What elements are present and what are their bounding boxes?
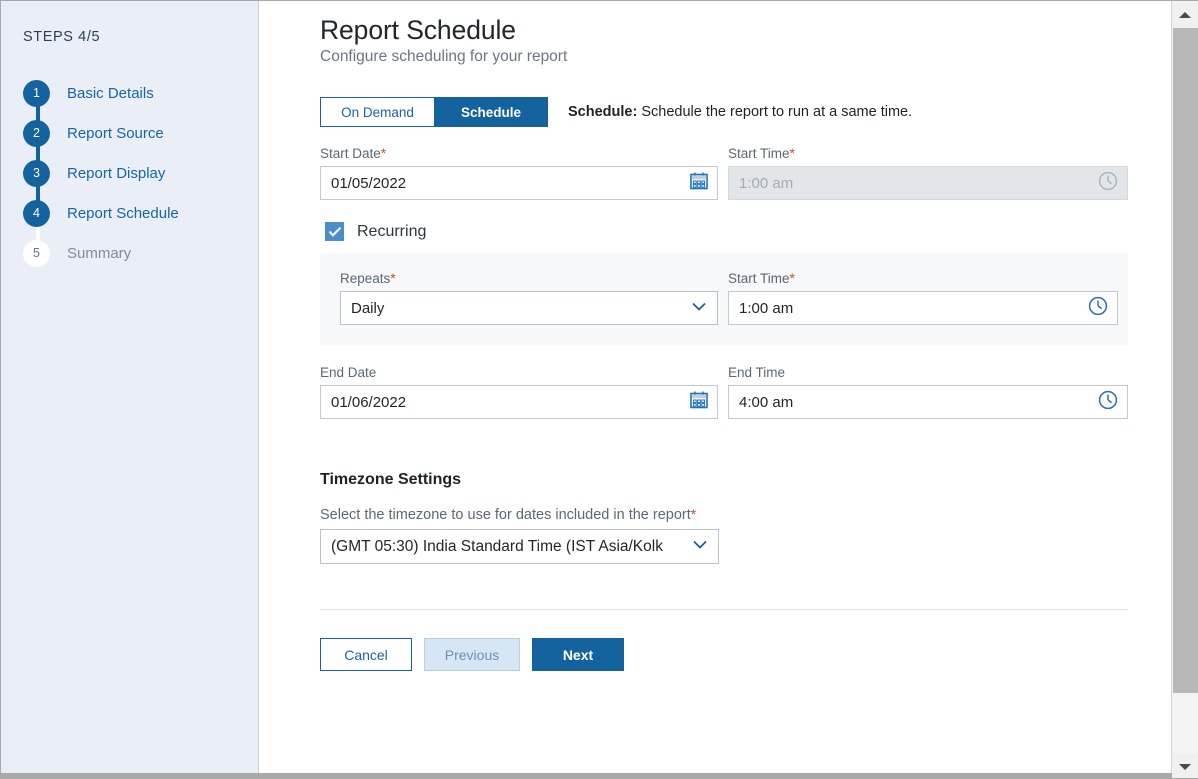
schedule-mode-description: Schedule: Schedule the report to run at … <box>568 104 912 120</box>
clock-icon[interactable] <box>1087 295 1109 321</box>
start-time-value: 1:00 am <box>739 175 1097 192</box>
recurring-checkbox[interactable] <box>325 222 344 241</box>
timezone-select-label: Select the timezone to use for dates inc… <box>320 506 1198 523</box>
required-asterisk: * <box>790 270 795 286</box>
cancel-button[interactable]: Cancel <box>320 638 412 671</box>
scroll-down-button[interactable] <box>1172 753 1198 779</box>
start-time-input-disabled: 1:00 am <box>728 166 1128 200</box>
chevron-down-icon <box>1179 764 1191 770</box>
vertical-scrollbar[interactable] <box>1171 1 1198 779</box>
footer-divider <box>320 609 1128 610</box>
sidebar-item-label: Basic Details <box>67 85 154 102</box>
steps-counter: STEPS 4/5 <box>23 29 258 45</box>
step-number-1: 1 <box>23 80 50 107</box>
timezone-section-title: Timezone Settings <box>320 471 1198 489</box>
repeats-row: Repeats* Daily <box>340 270 1128 325</box>
repeats-label-text: Repeats <box>340 271 390 286</box>
window-bottom-edge <box>1 773 1172 778</box>
recurring-start-time-field: Start Time* 1:00 am <box>728 270 1118 325</box>
recurring-options-panel: Repeats* Daily <box>320 253 1128 345</box>
end-date-label: End Date <box>320 365 718 380</box>
start-date-value: 01/05/2022 <box>331 175 689 192</box>
start-date-label-text: Start Date <box>320 146 381 161</box>
check-icon <box>328 226 342 237</box>
recurring-checkbox-label: Recurring <box>357 223 426 241</box>
main-panel: Report Schedule Configure scheduling for… <box>259 1 1198 778</box>
end-date-field: End Date 01/06/2022 <box>320 365 718 419</box>
start-time-label-text: Start Time <box>728 146 790 161</box>
schedule-mode-description-label: Schedule: <box>568 104 637 120</box>
end-time-value: 4:00 am <box>739 394 1097 411</box>
start-date-input[interactable]: 01/05/2022 <box>320 166 718 200</box>
scrollbar-thumb[interactable] <box>1173 28 1198 693</box>
required-asterisk: * <box>691 506 696 522</box>
next-button[interactable]: Next <box>532 638 624 671</box>
recurring-checkbox-row[interactable]: Recurring <box>325 222 1198 241</box>
previous-button[interactable]: Previous <box>424 638 520 671</box>
sidebar-item-basic-details[interactable]: 1 Basic Details <box>23 73 258 113</box>
form-content: Report Schedule Configure scheduling for… <box>259 1 1198 671</box>
report-wizard-window: STEPS 4/5 1 Basic Details 2 Report Sourc… <box>0 0 1198 779</box>
scrollbar-track[interactable] <box>1172 28 1198 753</box>
start-time-label: Start Time* <box>728 145 1128 161</box>
recurring-start-time-label-text: Start Time <box>728 271 790 286</box>
steps-list: 1 Basic Details 2 Report Source 3 Report… <box>23 73 258 273</box>
step-number-5: 5 <box>23 240 50 267</box>
sidebar-item-label: Report Display <box>67 165 165 182</box>
start-date-field: Start Date* 01/05/2022 <box>320 145 718 200</box>
wizard-sidebar: STEPS 4/5 1 Basic Details 2 Report Sourc… <box>1 1 259 778</box>
page-title: Report Schedule <box>320 15 1198 46</box>
sidebar-item-report-source[interactable]: 2 Report Source <box>23 113 258 153</box>
recurring-start-time-label: Start Time* <box>728 270 1118 286</box>
sidebar-item-label: Report Schedule <box>67 205 179 222</box>
schedule-mode-description-text: Schedule the report to run at a same tim… <box>641 104 912 120</box>
end-date-time-row: End Date 01/06/2022 <box>320 365 1198 419</box>
step-number-4: 4 <box>23 200 50 227</box>
schedule-mode-toggle[interactable]: On Demand Schedule <box>320 97 548 127</box>
end-date-input[interactable]: 01/06/2022 <box>320 385 718 419</box>
schedule-mode-row: On Demand Schedule Schedule: Schedule th… <box>320 97 1198 127</box>
calendar-icon[interactable] <box>689 171 709 195</box>
start-date-label: Start Date* <box>320 145 718 161</box>
repeats-label: Repeats* <box>340 270 718 286</box>
timezone-select-label-text: Select the timezone to use for dates inc… <box>320 507 691 523</box>
chevron-down-icon[interactable] <box>689 296 709 320</box>
required-asterisk: * <box>390 270 395 286</box>
recurring-start-time-value: 1:00 am <box>739 300 1087 317</box>
start-time-field: Start Time* 1:00 am <box>728 145 1128 200</box>
end-date-value: 01/06/2022 <box>331 394 689 411</box>
sidebar-item-report-schedule[interactable]: 4 Report Schedule <box>23 193 258 233</box>
sidebar-item-label: Summary <box>67 245 131 262</box>
clock-icon[interactable] <box>1097 389 1119 415</box>
chevron-down-icon[interactable] <box>690 534 710 559</box>
repeats-select[interactable]: Daily <box>340 291 718 325</box>
timezone-select[interactable]: (GMT 05:30) India Standard Time (IST Asi… <box>320 529 719 564</box>
step-number-2: 2 <box>23 120 50 147</box>
end-time-field: End Time 4:00 am <box>728 365 1128 419</box>
wizard-footer: Cancel Previous Next <box>320 638 1198 671</box>
start-date-time-row: Start Date* 01/05/2022 <box>320 145 1198 200</box>
clock-icon <box>1097 170 1119 196</box>
chevron-up-icon <box>1179 12 1191 18</box>
sidebar-item-report-display[interactable]: 3 Report Display <box>23 153 258 193</box>
timezone-value: (GMT 05:30) India Standard Time (IST Asi… <box>331 538 690 556</box>
repeats-value: Daily <box>351 300 689 317</box>
on-demand-toggle-button[interactable]: On Demand <box>321 98 434 126</box>
schedule-toggle-button[interactable]: Schedule <box>434 98 547 126</box>
scroll-up-button[interactable] <box>1172 1 1198 28</box>
page-subtitle: Configure scheduling for your report <box>320 48 1198 66</box>
calendar-icon[interactable] <box>689 390 709 414</box>
end-time-label: End Time <box>728 365 1128 380</box>
sidebar-item-summary[interactable]: 5 Summary <box>23 233 258 273</box>
repeats-field: Repeats* Daily <box>340 270 718 325</box>
end-time-input[interactable]: 4:00 am <box>728 385 1128 419</box>
required-asterisk: * <box>790 145 795 161</box>
sidebar-item-label: Report Source <box>67 125 164 142</box>
step-number-3: 3 <box>23 160 50 187</box>
required-asterisk: * <box>381 145 386 161</box>
recurring-start-time-input[interactable]: 1:00 am <box>728 291 1118 325</box>
